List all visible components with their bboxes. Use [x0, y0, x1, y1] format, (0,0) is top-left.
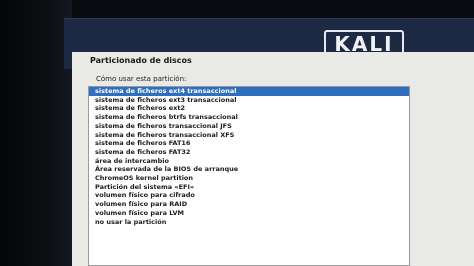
list-item[interactable]: sistema de ficheros transaccional XFS: [89, 131, 409, 140]
list-item[interactable]: sistema de ficheros btrfs transaccional: [89, 113, 409, 122]
list-item[interactable]: Partición del sistema «EFI»: [89, 183, 409, 192]
list-item[interactable]: volumen físico para RAID: [89, 200, 409, 209]
partition-usage-prompt: Cómo usar esta partición:: [96, 75, 187, 83]
list-item[interactable]: sistema de ficheros ext3 transaccional: [89, 96, 409, 105]
list-item[interactable]: sistema de ficheros ext4 transaccional: [89, 87, 409, 96]
list-item[interactable]: Área reservada de la BIOS de arranque: [89, 165, 409, 174]
list-item[interactable]: sistema de ficheros transaccional JFS: [89, 122, 409, 131]
list-item[interactable]: volumen físico para LVM: [89, 209, 409, 218]
list-item[interactable]: volumen físico para cifrado: [89, 191, 409, 200]
list-item[interactable]: sistema de ficheros FAT16: [89, 139, 409, 148]
list-item[interactable]: sistema de ficheros FAT32: [89, 148, 409, 157]
list-item[interactable]: área de intercambio: [89, 157, 409, 166]
installer-window: KALI Particionado de discos Cómo usar es…: [0, 0, 474, 266]
list-item[interactable]: ChromeOS kernel partition: [89, 174, 409, 183]
screen-edge: [0, 0, 72, 266]
list-item[interactable]: no usar la partición: [89, 218, 409, 227]
partition-usage-list[interactable]: sistema de ficheros ext4 transaccional s…: [88, 86, 410, 266]
page-title: Particionado de discos: [90, 56, 192, 65]
list-item[interactable]: sistema de ficheros ext2: [89, 104, 409, 113]
